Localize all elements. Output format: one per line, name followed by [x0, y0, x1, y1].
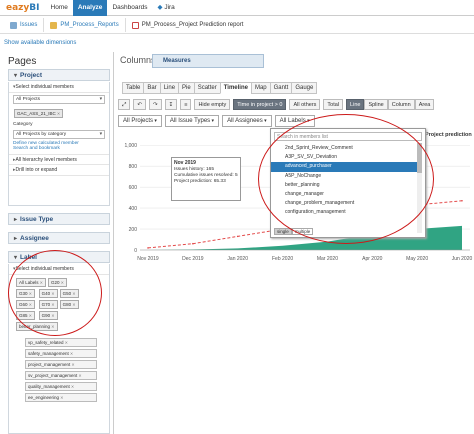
filter-assignees[interactable]: All Assignees	[222, 115, 272, 127]
line-button[interactable]: Line	[346, 99, 365, 110]
filter-projects[interactable]: All Projects	[118, 115, 162, 127]
category-label: Category	[13, 122, 33, 127]
x-tick-label: Jun 2020	[452, 256, 473, 262]
chart-toolbar: ⤢ ↶ ↷ ↧ ≡ Hide empty Time in project > 0…	[118, 98, 474, 111]
red-annotation-circle-dropdown	[258, 114, 434, 244]
series-point	[236, 235, 239, 238]
y-tick-label: 800	[129, 164, 138, 170]
x-tick-label: May 2020	[406, 256, 428, 262]
x-tick-label: Mar 2020	[317, 256, 338, 262]
filter-issue-types[interactable]: All Issue Types	[164, 115, 220, 127]
x-tick-label: Jan 2020	[227, 256, 248, 262]
total-button[interactable]: Total	[323, 99, 344, 110]
series-point	[461, 199, 463, 202]
nav-analyze[interactable]: Analyze	[72, 0, 108, 16]
time-in-project-filter[interactable]: Time in project > 0	[233, 99, 287, 110]
export-icon[interactable]: ↧	[164, 99, 178, 110]
measures-dimension[interactable]: Measures	[152, 54, 264, 68]
jira-icon: ◆	[157, 3, 163, 11]
label-list-item[interactable]: sv_project_management	[25, 371, 97, 380]
all-others-button[interactable]: All others	[289, 99, 321, 110]
eazybi-logo[interactable]: eazyBI	[0, 3, 46, 13]
crumb-issues-label: Issues	[20, 22, 38, 28]
chart-type-tabs: Table Bar Line Pie Scatter Timeline Map …	[122, 82, 318, 94]
columns-label: Columns	[120, 55, 156, 65]
select-members-project[interactable]: Select individual members	[9, 82, 109, 93]
label-list-item[interactable]: project_management	[25, 360, 97, 369]
search-bookmark-link[interactable]: Search and bookmark	[9, 146, 109, 151]
logo-bi-text: BI	[29, 2, 40, 13]
folder-icon	[50, 21, 58, 29]
redo-icon[interactable]: ↷	[149, 99, 162, 110]
x-tick-label: Nov 2019	[137, 256, 159, 262]
spline-button[interactable]: Spline	[364, 99, 388, 110]
y-tick-label: 1,000	[124, 143, 137, 149]
column-button[interactable]: Column	[387, 99, 415, 110]
label-vlist: vp_safety_related safety_management proj…	[9, 338, 109, 402]
project-select[interactable]: All Projects	[13, 95, 105, 104]
tab-map[interactable]: Map	[250, 82, 271, 94]
crumb-reports-label: PM_Process_Reports	[60, 22, 119, 28]
chart-tooltip: Nov 2019 Issues history: 165 Cumulative …	[171, 157, 241, 201]
nav-jira-label: Jira	[164, 3, 175, 11]
y-tick-label: 400	[129, 206, 138, 212]
nav-dashboards[interactable]: Dashboards	[107, 0, 152, 16]
tooltip-title: Nov 2019	[174, 160, 196, 166]
crumb-report[interactable]: PM_Process_Project Prediction report	[126, 18, 250, 32]
tooltip-line: Project prediction: 65.33	[174, 179, 226, 184]
cube-icon	[10, 21, 17, 29]
tab-timeline[interactable]: Timeline	[219, 82, 252, 94]
label-list-item[interactable]: ee_engineering	[25, 393, 97, 402]
undo-icon[interactable]: ↶	[133, 99, 147, 110]
section-issue-type[interactable]: Issue Type	[8, 213, 110, 225]
section-project[interactable]: Project	[8, 69, 110, 81]
label-list-item[interactable]: safety_management	[25, 349, 97, 358]
fullscreen-icon[interactable]: ⤢	[118, 99, 131, 110]
tooltip-line: Issues history: 165	[174, 167, 214, 172]
top-nav-bar: eazyBI Home Analyze Dashboards ◆ Jira	[0, 0, 474, 16]
tooltip-line: Cumulative issues resolved: 5	[174, 173, 238, 178]
crumb-reports[interactable]: PM_Process_Reports	[44, 18, 126, 32]
project-tag[interactable]: GAC_ASS_21_IBC	[14, 109, 64, 118]
tab-gantt[interactable]: Gantt	[269, 82, 293, 94]
nav-jira[interactable]: ◆ Jira	[153, 0, 180, 16]
label-list-item[interactable]: vp_safety_related	[25, 338, 97, 347]
crumb-report-label: PM_Process_Project Prediction report	[141, 22, 244, 28]
y-tick-label: 200	[129, 227, 138, 233]
label-list-item[interactable]: quality_management	[25, 382, 97, 391]
tab-pie[interactable]: Pie	[178, 82, 195, 94]
red-annotation-circle-labels	[8, 250, 102, 336]
logo-text: eazy	[6, 2, 30, 13]
y-tick-label: 0	[134, 248, 137, 254]
settings-icon[interactable]: ≡	[180, 99, 192, 110]
category-select[interactable]: All Projects by category	[13, 130, 105, 139]
x-tick-label: Feb 2020	[272, 256, 293, 262]
breadcrumb: Issues PM_Process_Reports PM_Process_Pro…	[0, 17, 474, 34]
y-tick-label: 600	[129, 185, 138, 191]
hierarchy-level-row[interactable]: All hierarchy level members	[9, 154, 109, 165]
x-tick-label: Apr 2020	[362, 256, 383, 262]
project-panel: Select individual members All Projects G…	[8, 82, 110, 206]
tab-scatter[interactable]: Scatter	[193, 82, 221, 94]
hide-empty-button[interactable]: Hide empty	[194, 99, 231, 110]
tab-gauge[interactable]: Gauge	[291, 82, 318, 94]
crumb-issues[interactable]: Issues	[4, 18, 45, 32]
tab-table[interactable]: Table	[122, 82, 145, 94]
section-assignee[interactable]: Assignee	[8, 232, 110, 244]
tab-bar[interactable]: Bar	[143, 82, 161, 94]
tab-line[interactable]: Line	[159, 82, 180, 94]
series-point	[147, 247, 149, 249]
series-point	[192, 242, 194, 245]
drill-expand-row[interactable]: Drill into or expand	[9, 165, 109, 176]
x-tick-label: Dec 2019	[182, 256, 204, 262]
show-dimensions-link[interactable]: Show available dimensions	[4, 40, 76, 46]
page-filters: All Projects All Issue Types All Assigne…	[118, 115, 318, 127]
chart-icon	[131, 21, 139, 29]
nav-home[interactable]: Home	[46, 0, 73, 16]
area-button[interactable]: Area	[414, 99, 435, 110]
